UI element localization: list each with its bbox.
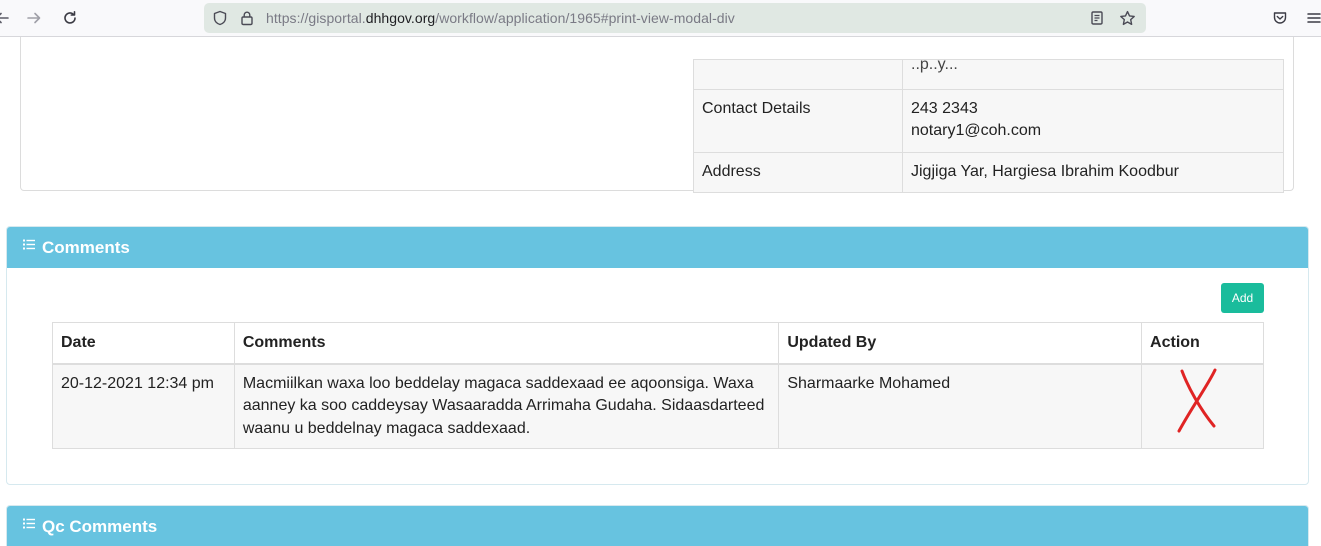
comment-updated-by: Sharmaarke Mohamed — [778, 363, 1143, 449]
star-icon[interactable] — [1116, 7, 1138, 29]
column-header-comments: Comments — [233, 322, 780, 365]
info-value: 243 2343 notary1@coh.com — [902, 89, 1284, 153]
comments-table: Date Comments Updated By Action 20-12-20… — [52, 322, 1264, 449]
red-x-delete-icon[interactable] — [1172, 367, 1222, 433]
url-bar[interactable]: https://gisportal.dhhgov.org/workflow/ap… — [204, 3, 1146, 33]
phone-number: 243 2343 — [911, 100, 978, 117]
table-row: Contact Details 243 2343 notary1@coh.com — [693, 89, 1284, 153]
reload-icon[interactable] — [58, 6, 82, 30]
email-address: notary1@coh.com — [911, 122, 1042, 139]
qc-comments-panel: Qc Comments — [6, 505, 1309, 546]
pocket-icon[interactable] — [1268, 6, 1292, 30]
back-arrow-icon[interactable] — [0, 6, 14, 30]
column-header-updated-by: Updated By — [778, 322, 1143, 365]
lock-icon[interactable] — [236, 7, 258, 29]
list-icon — [23, 239, 35, 250]
table-row: ..p..y... — [693, 56, 1284, 90]
applicant-info-card: ..p..y... Contact Details 243 2343 notar… — [20, 37, 1294, 193]
comment-text: Macmiilkan waxa loo beddelay magaca sadd… — [233, 363, 780, 449]
comments-panel: Comments Add Date Comments Updated By Ac… — [6, 226, 1309, 485]
forward-arrow-icon[interactable] — [22, 6, 46, 30]
hamburger-menu-icon[interactable] — [1302, 6, 1321, 30]
info-label — [693, 59, 903, 90]
url-text[interactable]: https://gisportal.dhhgov.org/workflow/ap… — [266, 10, 735, 26]
comment-date: 20-12-2021 12:34 pm — [52, 363, 235, 449]
add-comment-button[interactable]: Add — [1221, 283, 1264, 313]
table-row: 20-12-2021 12:34 pm Macmiilkan waxa loo … — [52, 363, 1264, 449]
column-header-date: Date — [52, 322, 235, 365]
url-path: /workflow/application/1965#print-view-mo… — [435, 10, 735, 26]
info-value-text: ..p..y... — [911, 56, 958, 73]
shield-icon[interactable] — [209, 7, 231, 29]
info-value: ..p..y... — [902, 56, 1284, 90]
panel-heading: Qc Comments — [7, 506, 1308, 546]
info-value: Jigjiga Yar, Hargiesa Ibrahim Koodbur — [902, 152, 1284, 193]
panel-title: Qc Comments — [42, 516, 158, 536]
reader-view-icon[interactable] — [1086, 7, 1108, 29]
browser-toolbar: https://gisportal.dhhgov.org/workflow/ap… — [0, 0, 1321, 37]
panel-title: Comments — [42, 237, 130, 257]
info-label: Address — [693, 152, 903, 193]
list-icon — [23, 518, 35, 529]
table-row: Address Jigjiga Yar, Hargiesa Ibrahim Ko… — [693, 152, 1284, 193]
column-header-action: Action — [1141, 322, 1264, 365]
url-domain: dhhgov.org — [365, 10, 436, 26]
comment-action-cell — [1141, 363, 1264, 449]
panel-heading: Comments — [7, 227, 1308, 268]
info-label: Contact Details — [693, 89, 903, 153]
contact-info-table: ..p..y... Contact Details 243 2343 notar… — [693, 56, 1284, 193]
url-prefix: https://gisportal. — [266, 10, 366, 26]
table-header-row: Date Comments Updated By Action — [52, 322, 1264, 365]
